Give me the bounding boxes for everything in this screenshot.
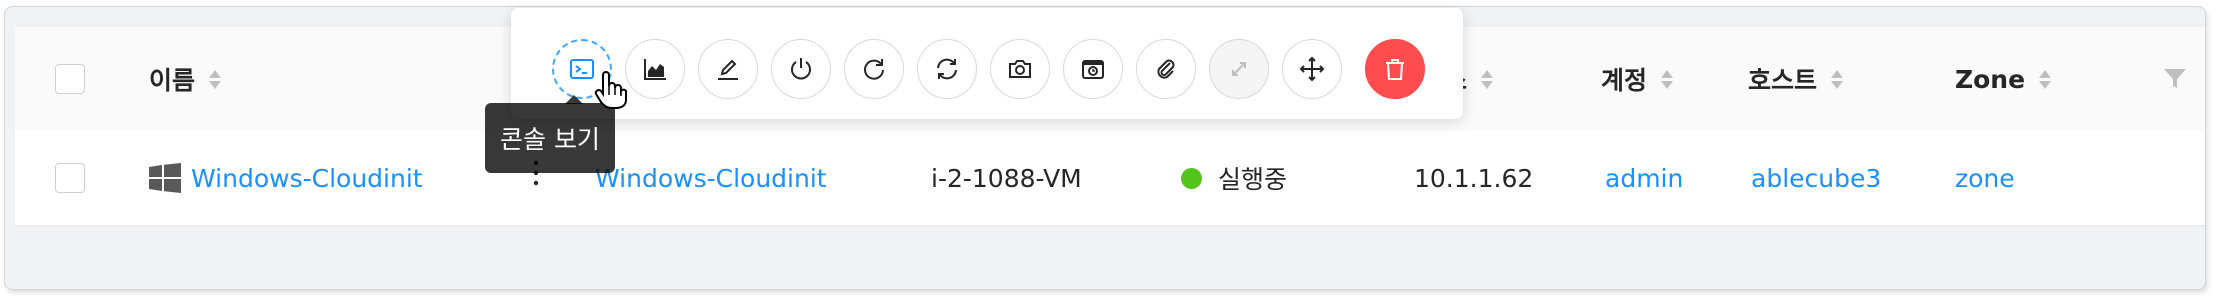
ip-address-cell: 10.1.1.62 <box>1414 131 1533 225</box>
scale-button[interactable] <box>1209 39 1269 99</box>
column-account-label: 계정 <box>1601 66 1648 95</box>
instance-id-cell: i-2-1088-VM <box>931 131 1082 225</box>
column-host-label: 호스트 <box>1748 66 1818 95</box>
column-zone[interactable]: Zone <box>1955 27 2052 131</box>
running-status-dot <box>1181 167 1202 189</box>
area-chart-icon <box>644 59 666 80</box>
column-host[interactable]: 호스트 <box>1748 27 1844 131</box>
column-zone-label: Zone <box>1955 64 2026 94</box>
status-text: 실행중 <box>1218 165 1288 194</box>
stop-button[interactable] <box>771 39 831 99</box>
camera-icon <box>1009 60 1031 78</box>
zone-cell: zone <box>1955 131 2015 225</box>
sort-icon[interactable] <box>2039 69 2052 89</box>
account-cell: admin <box>1605 131 1683 225</box>
host-cell: ablecube3 <box>1751 131 1881 225</box>
display-name-link[interactable]: Windows-Cloudinit <box>595 164 827 193</box>
sort-icon[interactable] <box>209 69 222 89</box>
paperclip-icon <box>1157 59 1175 79</box>
sort-icon[interactable] <box>1661 69 1674 89</box>
drag-icon <box>1299 56 1325 82</box>
edit-button[interactable] <box>698 39 758 99</box>
reboot-button[interactable] <box>844 39 904 99</box>
sort-icon[interactable] <box>1831 69 1844 89</box>
row-select-cell <box>55 131 85 225</box>
column-account[interactable]: 계정 <box>1601 27 1674 131</box>
sync-icon <box>937 58 957 80</box>
column-name[interactable]: 이름 <box>149 27 222 131</box>
reload-icon <box>864 59 884 80</box>
attach-iso-button[interactable] <box>1136 39 1196 99</box>
delete-icon <box>1386 59 1404 80</box>
terminal-icon <box>570 59 594 79</box>
select-all-checkbox[interactable] <box>55 64 85 94</box>
status-cell: 실행중 <box>1181 131 1287 225</box>
table-row[interactable]: Windows-Cloudinit Windows-Cloudinit i-2-… <box>15 131 2205 226</box>
tooltip-text: 콘솔 보기 <box>500 125 600 154</box>
edit-icon <box>718 59 738 80</box>
instance-name-link[interactable]: Windows-Cloudinit <box>191 164 423 193</box>
console-tooltip: 콘솔 보기 <box>485 103 615 173</box>
reinstall-button[interactable] <box>917 39 977 99</box>
windows-icon <box>149 163 181 193</box>
arrows-alt-icon <box>1232 62 1246 76</box>
select-all-cell <box>55 27 85 131</box>
camera-schedule-icon <box>1082 60 1104 79</box>
vm-snapshot-button[interactable] <box>1063 39 1123 99</box>
display-name-cell: Windows-Cloudinit <box>595 131 827 225</box>
host-link[interactable]: ablecube3 <box>1751 164 1881 193</box>
column-name-label: 이름 <box>149 66 196 95</box>
migrate-button[interactable] <box>1282 39 1342 99</box>
account-link[interactable]: admin <box>1605 164 1683 193</box>
destroy-button[interactable] <box>1365 39 1425 99</box>
snapshot-button[interactable] <box>990 39 1050 99</box>
hand-cursor-icon <box>594 71 627 109</box>
filter-icon[interactable] <box>2163 27 2187 131</box>
instance-id-text: i-2-1088-VM <box>931 163 1082 193</box>
instance-name-cell: Windows-Cloudinit <box>149 131 423 225</box>
ip-address-text: 10.1.1.62 <box>1414 163 1534 193</box>
power-icon <box>791 58 811 80</box>
sort-icon[interactable] <box>1481 69 1494 89</box>
metrics-button[interactable] <box>625 39 685 99</box>
zone-link[interactable]: zone <box>1955 164 2015 193</box>
row-checkbox[interactable] <box>55 163 85 193</box>
action-toolbar <box>511 8 1463 119</box>
